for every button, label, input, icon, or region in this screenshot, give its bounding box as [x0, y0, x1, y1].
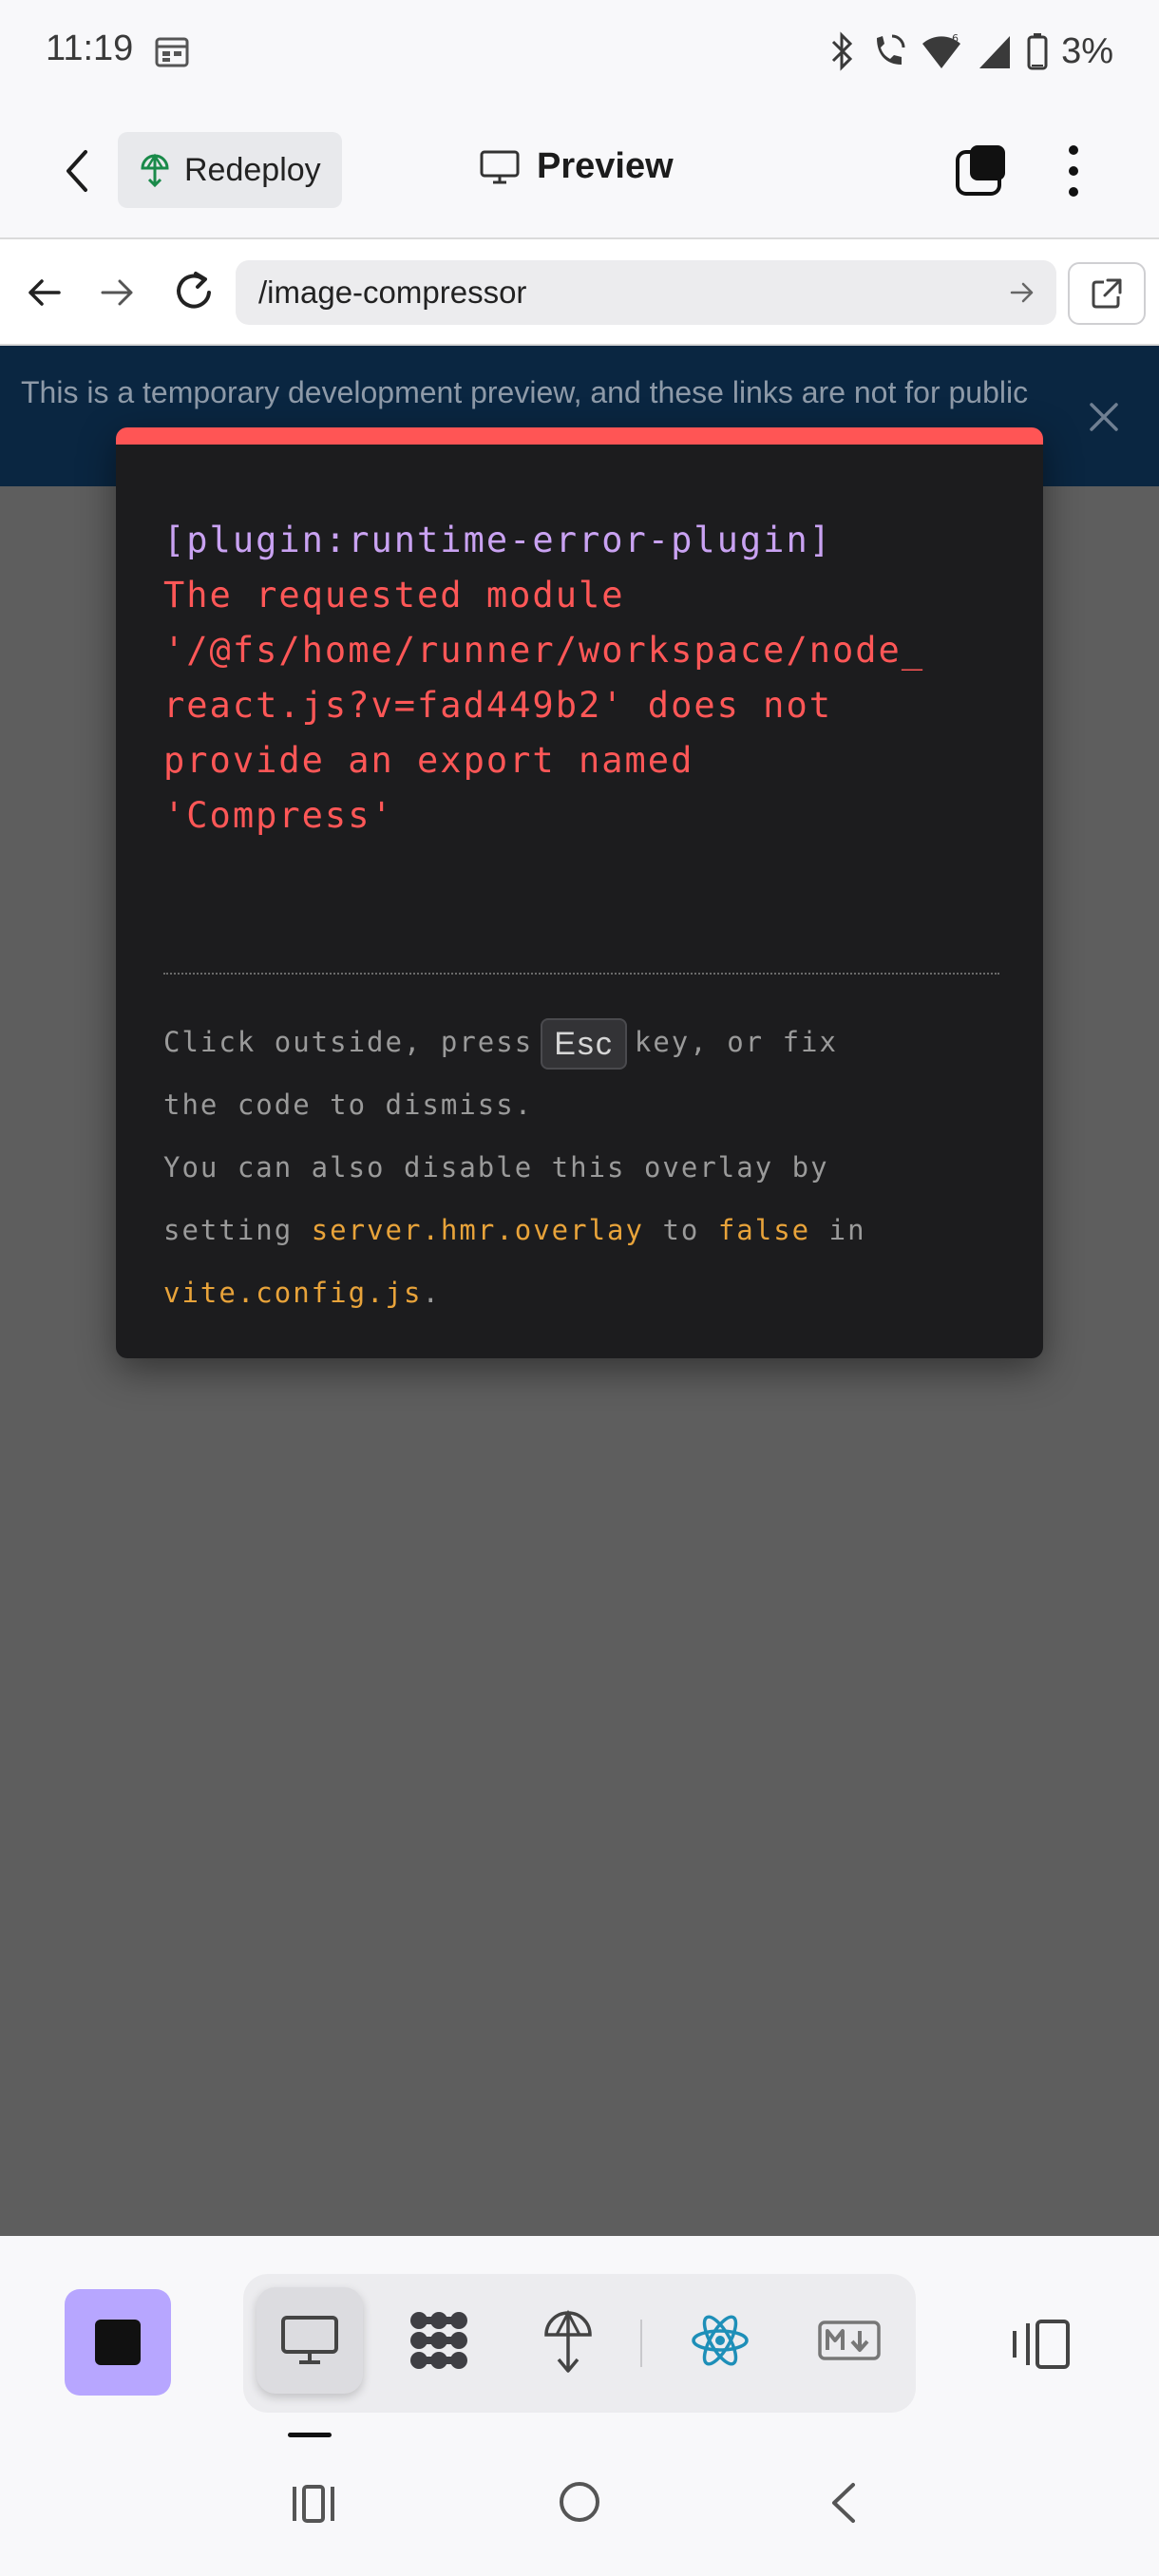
error-plugin: [plugin:runtime-error-plugin]	[163, 520, 833, 560]
code-hmr-overlay: server.hmr.overlay	[311, 1214, 644, 1246]
go-arrow-icon[interactable]	[1009, 279, 1036, 306]
url-bar: /image-compressor	[0, 239, 1159, 346]
split-view-icon[interactable]	[1007, 2316, 1074, 2373]
deploy-icon	[141, 153, 169, 188]
more-vertical-icon[interactable]	[1062, 142, 1085, 199]
stop-button[interactable]	[65, 2289, 171, 2396]
tip-text: in	[828, 1214, 866, 1246]
wifi-icon: 6	[922, 32, 961, 68]
code-vite-config: vite.config.js	[163, 1277, 423, 1309]
system-back-icon[interactable]	[826, 2481, 861, 2525]
error-message-line: '/@fs/home/runner/workspace/node_	[163, 630, 925, 671]
markdown-icon	[818, 2320, 881, 2360]
tip-text: Click outside, press	[163, 1026, 534, 1058]
browser-forward-icon[interactable]	[99, 274, 137, 312]
app-header: Redeploy Preview	[0, 103, 1159, 239]
error-overlay: [plugin:runtime-error-plugin] The reques…	[116, 427, 1043, 1358]
bluetooth-icon	[832, 31, 853, 71]
status-bar: 11:19 6 3%	[0, 0, 1159, 103]
tool-markdown[interactable]	[796, 2287, 902, 2394]
url-input[interactable]: /image-compressor	[236, 260, 1056, 325]
page-title: Preview	[480, 146, 674, 187]
svg-text:6: 6	[952, 32, 959, 45]
redeploy-button[interactable]: Redeploy	[118, 132, 342, 208]
divider	[163, 973, 999, 975]
banner-text: This is a temporary development preview,…	[21, 375, 1029, 409]
redeploy-label: Redeploy	[184, 151, 321, 188]
tool-react[interactable]	[667, 2287, 773, 2394]
code-false: false	[717, 1214, 811, 1246]
home-icon[interactable]	[557, 2479, 602, 2525]
tool-group	[243, 2274, 916, 2413]
error-message-line: The requested module	[163, 575, 625, 616]
deploy-icon	[544, 2309, 592, 2373]
bottom-toolbar	[0, 2236, 1159, 2441]
workflow-icon	[410, 2312, 467, 2369]
recents-icon[interactable]	[291, 2483, 336, 2525]
tab-switcher-icon[interactable]	[955, 142, 1008, 198]
error-message-line: react.js?v=fad449b2' does not	[163, 685, 833, 726]
url-text: /image-compressor	[258, 275, 527, 310]
preview-title: Preview	[537, 146, 674, 186]
monitor-icon	[281, 2316, 338, 2364]
tip-text: setting	[163, 1214, 294, 1246]
error-tip: Click outside, press Esc key, or fix the c…	[163, 1011, 1009, 1324]
battery-icon	[1027, 33, 1048, 70]
open-external-button[interactable]	[1068, 262, 1146, 325]
tip-text: the code to dismiss.	[163, 1089, 534, 1121]
react-icon	[692, 2315, 749, 2366]
tool-workflows[interactable]	[386, 2287, 492, 2394]
calendar-icon	[155, 37, 189, 67]
error-message-line: 'Compress'	[163, 795, 394, 836]
close-icon[interactable]	[1088, 401, 1120, 433]
system-nav-bar	[0, 2441, 1159, 2576]
external-link-icon	[1092, 278, 1122, 309]
signal-icon	[979, 36, 1011, 68]
tip-text: .	[422, 1277, 441, 1309]
back-arrow-icon[interactable]	[53, 142, 101, 199]
error-message-line: provide an export named	[163, 740, 694, 781]
tip-text: key, or fix	[634, 1026, 838, 1058]
reload-icon[interactable]	[171, 268, 217, 315]
status-icons: 6 3%	[827, 25, 1113, 78]
wifi-call-icon	[877, 34, 905, 65]
tool-deployments[interactable]	[515, 2287, 621, 2394]
status-time: 11:19	[46, 28, 134, 68]
browser-back-icon[interactable]	[25, 274, 63, 312]
tip-text: to	[662, 1214, 700, 1246]
monitor-icon	[480, 150, 520, 183]
tool-separator	[640, 2320, 642, 2367]
tool-preview[interactable]	[256, 2287, 363, 2394]
tip-text: You can also disable this overlay by	[163, 1151, 829, 1184]
active-tool-indicator	[288, 2433, 332, 2437]
battery-percent: 3%	[1061, 30, 1113, 71]
esc-key: Esc	[541, 1018, 627, 1070]
stop-icon	[95, 2320, 141, 2365]
